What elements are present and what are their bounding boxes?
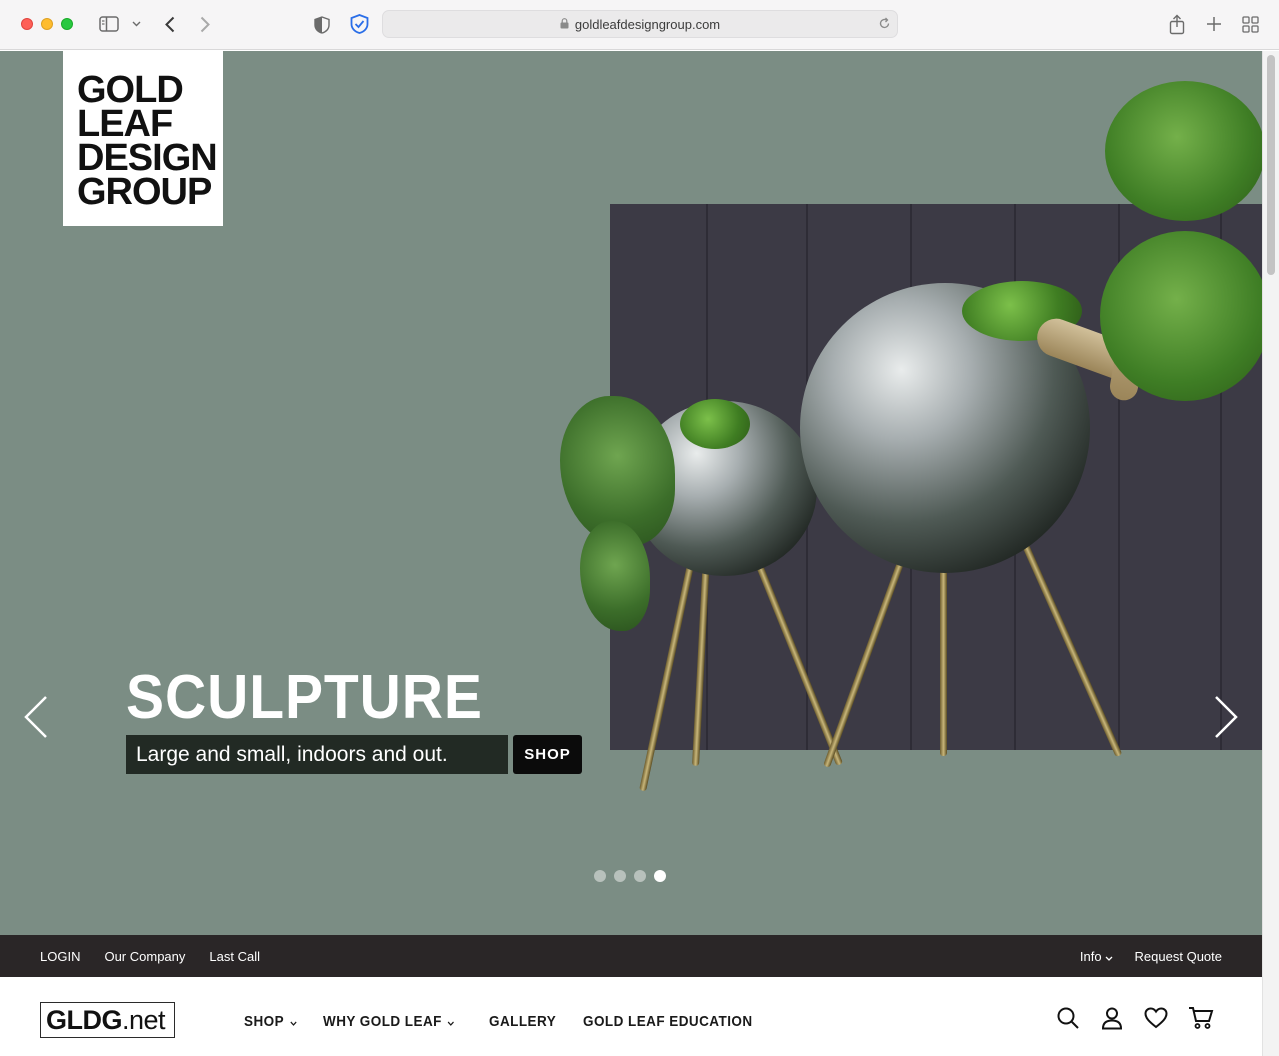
slider-next-arrow-icon[interactable]: [1212, 694, 1240, 740]
nav-why-gold-leaf[interactable]: WHY GOLD LEAF: [323, 1013, 454, 1030]
utility-bar: LOGIN Our Company Last Call Info Request…: [0, 935, 1262, 977]
chevron-down-icon: [289, 1013, 297, 1030]
hero-title: SCULPTURE: [126, 663, 483, 732]
nav-gallery[interactable]: GALLERY: [489, 1013, 556, 1030]
window-zoom-button[interactable]: [61, 18, 73, 30]
new-tab-icon[interactable]: [1205, 15, 1223, 33]
reload-icon[interactable]: [878, 17, 891, 33]
address-url: goldleafdesigngroup.com: [574, 16, 721, 32]
logo-line: LEAF: [77, 103, 173, 145]
cart-icon[interactable]: [1188, 1006, 1214, 1030]
browser-toolbar: goldleafdesigngroup.com: [0, 0, 1279, 50]
nav-shop[interactable]: SHOP: [244, 1013, 297, 1030]
logo-line: GOLD: [77, 69, 184, 111]
wishlist-heart-icon[interactable]: [1144, 1006, 1168, 1030]
chevron-down-icon[interactable]: [131, 19, 141, 29]
slider-dot-active[interactable]: [654, 870, 666, 882]
hero-shop-button[interactable]: SHOP: [513, 735, 582, 774]
slider-pagination: [594, 870, 666, 882]
forward-icon[interactable]: [198, 15, 212, 33]
page-scrollbar[interactable]: [1262, 51, 1279, 1056]
gldg-logo-suffix: .net: [122, 1004, 166, 1035]
address-bar[interactable]: goldleafdesigngroup.com: [382, 10, 898, 38]
slider-dot[interactable]: [614, 870, 626, 882]
slider-dot[interactable]: [594, 870, 606, 882]
last-call-link[interactable]: Last Call: [209, 949, 260, 964]
scrollbar-thumb[interactable]: [1267, 55, 1275, 275]
lock-icon: [560, 17, 569, 32]
privacy-shield-icon[interactable]: [313, 15, 331, 35]
extension-shield-check-icon[interactable]: [349, 14, 369, 34]
back-icon[interactable]: [163, 15, 177, 33]
nav-shop-label: SHOP: [244, 1012, 285, 1030]
chevron-down-icon: [1105, 953, 1113, 963]
hero-slider: GOLD LEAF DESIGN GROUP SCULPTURE Large a…: [0, 51, 1262, 935]
window-close-button[interactable]: [21, 18, 33, 30]
logo-line: GROUP: [77, 171, 212, 213]
tab-overview-icon[interactable]: [1241, 15, 1259, 33]
slider-dot[interactable]: [634, 870, 646, 882]
request-quote-link[interactable]: Request Quote: [1135, 949, 1222, 964]
gldg-logo[interactable]: GLDG .net: [40, 1002, 175, 1038]
info-label: Info: [1079, 948, 1102, 964]
our-company-link[interactable]: Our Company: [104, 949, 185, 964]
gldg-logo-bold: GLDG: [46, 1004, 123, 1035]
window-minimize-button[interactable]: [41, 18, 53, 30]
logo-line: DESIGN: [77, 137, 218, 179]
main-navigation: GLDG .net SHOP WHY GOLD LEAF GALLERY GOLD…: [0, 977, 1262, 1056]
slider-prev-arrow-icon[interactable]: [22, 694, 50, 740]
nav-gallery-label: GALLERY: [488, 1012, 556, 1030]
chevron-down-icon: [447, 1013, 454, 1030]
sidebar-toggle-icon[interactable]: [98, 15, 120, 33]
search-icon[interactable]: [1056, 1006, 1080, 1030]
login-link[interactable]: LOGIN: [40, 949, 80, 964]
info-dropdown[interactable]: Info: [1080, 949, 1113, 964]
nav-gold-leaf-education[interactable]: GOLD LEAF EDUCATION: [583, 1013, 753, 1030]
share-icon[interactable]: [1168, 13, 1186, 35]
account-icon[interactable]: [1100, 1006, 1124, 1030]
nav-gold-leaf-education-label: GOLD LEAF EDUCATION: [583, 1012, 753, 1030]
hero-subtitle: Large and small, indoors and out.: [126, 735, 508, 774]
nav-why-gold-leaf-label: WHY GOLD LEAF: [322, 1012, 442, 1030]
site-logo[interactable]: GOLD LEAF DESIGN GROUP: [63, 51, 223, 226]
